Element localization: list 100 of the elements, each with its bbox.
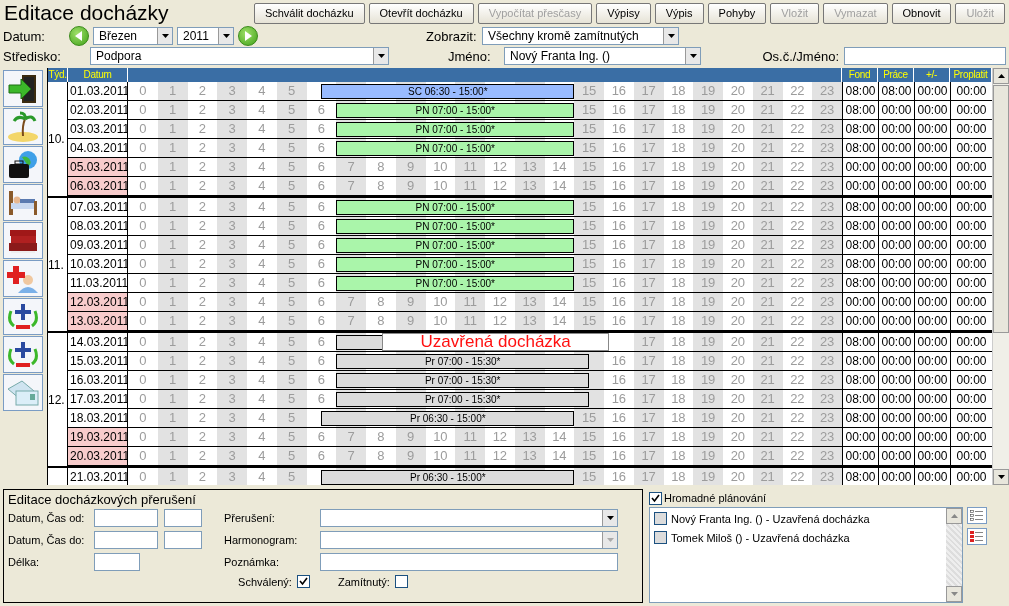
hour-cell: 7: [336, 428, 366, 446]
week-number: 10.: [48, 132, 65, 146]
hour-cell: 23: [812, 468, 842, 485]
table-cell: 00:00: [914, 255, 950, 273]
table-cell: 08:00: [842, 82, 878, 100]
hour-cell: 15: [574, 158, 604, 176]
shift-bar[interactable]: Pr 06:30 - 15:00*: [321, 470, 575, 485]
note-field[interactable]: [320, 553, 618, 571]
hour-cell: 1: [157, 217, 188, 235]
shift-bar[interactable]: SC 06:30 - 15:00*: [321, 84, 575, 99]
plus-minus-cycle-button[interactable]: [3, 336, 43, 373]
hour-cell: 9: [395, 177, 426, 195]
table-cell: 00:00: [914, 139, 950, 157]
scrollbar-thumb[interactable]: [993, 85, 1009, 333]
shift-bar[interactable]: PN 07:00 - 15:00*: [336, 103, 575, 118]
arrow-right-icon: [243, 31, 253, 41]
palm-island-button[interactable]: [3, 108, 43, 145]
toolbar-button[interactable]: Obnovit: [891, 2, 952, 24]
bed-person-button[interactable]: [3, 184, 43, 221]
date-cell: 14.03.2011: [68, 333, 128, 351]
door-arrow-button[interactable]: [3, 70, 43, 107]
hour-cell: 21: [752, 274, 783, 292]
hour-cell: 19: [693, 447, 723, 465]
toolbar-button[interactable]: Schválit docházku: [253, 2, 365, 24]
date-cell: 12.03.2011: [68, 293, 128, 311]
hour-cell: 1: [157, 333, 188, 351]
arrow-left-icon: [74, 31, 84, 41]
shift-bar[interactable]: Pr 07:00 - 15:30*: [336, 392, 590, 407]
date-cell: 17.03.2011: [68, 390, 128, 408]
hour-cell: 3: [217, 101, 247, 119]
table-cell: 00:00: [878, 158, 914, 176]
hour-cell: 5: [276, 447, 307, 465]
toolbar-button[interactable]: Pohyby: [707, 2, 767, 24]
scroll-down-button[interactable]: [993, 469, 1009, 485]
bulk-planning-checkbox[interactable]: [649, 491, 662, 505]
time-from-field[interactable]: [164, 509, 202, 527]
medical-cross-person-button[interactable]: [3, 260, 43, 297]
shift-bar[interactable]: PN 07:00 - 15:00*: [336, 276, 575, 291]
time-to-field[interactable]: [164, 531, 202, 549]
deselect-all-button[interactable]: [967, 528, 987, 545]
hour-cell: 5: [276, 198, 307, 216]
shift-bar[interactable]: Pr 06:30 - 15:00*: [321, 411, 575, 426]
shift-bar[interactable]: PN 07:00 - 15:00*: [336, 219, 575, 234]
toolbar-button[interactable]: Výpis: [654, 2, 704, 24]
shift-bar[interactable]: PN 07:00 - 15:00*: [336, 257, 575, 272]
employee-item[interactable]: Tomek Miloš () - Uzavřená docházka: [671, 531, 850, 544]
hour-cell: 9: [395, 428, 426, 446]
shift-bar[interactable]: Pr 07:00 - 15:30*: [336, 354, 590, 369]
interruption-select[interactable]: [320, 509, 618, 527]
plus-minus-cycle-button[interactable]: [3, 298, 43, 335]
search-field[interactable]: [844, 47, 1006, 65]
employee-checkbox[interactable]: [654, 531, 667, 544]
date-to-field[interactable]: [94, 531, 158, 549]
previous-month-button[interactable]: [69, 26, 89, 46]
shift-bar[interactable]: PN 07:00 - 15:00*: [336, 141, 575, 156]
hour-cell: 19: [693, 468, 723, 485]
shift-bar[interactable]: PN 07:00 - 15:00*: [336, 238, 575, 253]
length-field[interactable]: [94, 553, 140, 571]
date-cell: 20.03.2011: [68, 447, 128, 465]
down-arrow-icon: [222, 34, 230, 38]
table-cell: 00:00: [878, 293, 914, 311]
display-select[interactable]: Všechny kromě zamítnutých: [482, 27, 679, 45]
table-cell: 00:00: [878, 274, 914, 292]
hour-cell: 1: [157, 447, 188, 465]
column-header: Práce: [878, 68, 914, 82]
toolbar-button[interactable]: Výpisy: [596, 2, 651, 24]
month-select[interactable]: Březen: [93, 27, 173, 45]
date-from-field[interactable]: [94, 509, 158, 527]
next-month-button[interactable]: [238, 26, 258, 46]
rejected-checkbox[interactable]: [394, 575, 408, 588]
briefcase-globe-button[interactable]: [3, 146, 43, 183]
year-select[interactable]: 2011: [177, 27, 234, 45]
scrollbar[interactable]: [992, 68, 1009, 485]
shift-bar[interactable]: PN 07:00 - 15:00*: [336, 200, 575, 215]
hour-cell: 3: [217, 333, 247, 351]
approved-checkbox[interactable]: [296, 575, 310, 588]
hour-cell: 21: [752, 120, 783, 138]
name-select[interactable]: Nový Franta Ing. (): [504, 47, 701, 65]
table-cell: 08:00: [842, 274, 878, 292]
hour-cell: 13: [514, 312, 545, 330]
table-cell: 08:00: [842, 198, 878, 216]
checkbox-label: Hromadné plánování: [664, 492, 767, 504]
table-cell: 00:00: [842, 158, 878, 176]
shift-bar[interactable]: Pr 07:00 - 15:30*: [336, 373, 590, 388]
shift-bar[interactable]: PN 07:00 - 15:00*: [336, 122, 575, 137]
hour-cell: 7: [336, 293, 366, 311]
toolbar-button[interactable]: Otevřít docházku: [368, 2, 474, 24]
employee-item[interactable]: Nový Franta Ing. () - Uzavřená docházka: [671, 512, 870, 525]
books-button[interactable]: [3, 222, 43, 259]
hour-cell: 19: [693, 139, 723, 157]
hour-cell: 21: [752, 333, 783, 351]
hour-cell: 1: [157, 101, 188, 119]
field-label: Harmonogram:: [224, 534, 299, 546]
employee-checkbox[interactable]: [654, 512, 667, 525]
hour-cell: 5: [276, 274, 307, 292]
department-select[interactable]: Podpora: [90, 47, 389, 65]
select-all-button[interactable]: [967, 507, 987, 524]
scroll-up-button[interactable]: [993, 68, 1009, 84]
hour-cell: 17: [633, 177, 664, 195]
hour-cell: 17: [633, 352, 664, 370]
